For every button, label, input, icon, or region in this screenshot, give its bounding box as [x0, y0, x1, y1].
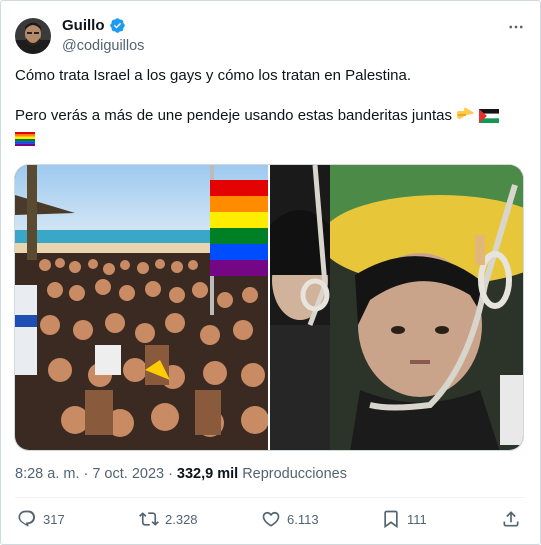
- views-label: Reproducciones: [242, 466, 347, 482]
- tweet-date[interactable]: 7 oct. 2023: [92, 466, 164, 482]
- tweet-actions: 317 2.328 6.113 111: [17, 509, 525, 533]
- tweet-text-line-3: [15, 129, 525, 152]
- tweet-meta: 8:28 a. m. · 7 oct. 2023 · 332,9 mil Rep…: [15, 466, 347, 482]
- author-handle[interactable]: @codiguillos: [62, 38, 144, 54]
- heart-icon: [262, 511, 280, 527]
- author-name-row[interactable]: Guillo: [62, 17, 126, 34]
- bookmark-count: 111: [407, 511, 427, 527]
- reply-count: 317: [43, 511, 65, 527]
- tweet-text: Cómo trata Israel a los gays y cómo los …: [15, 66, 525, 152]
- view-count: 332,9 mil: [176, 466, 239, 482]
- like-button[interactable]: 6.113: [261, 509, 319, 529]
- retweet-button[interactable]: 2.328: [139, 509, 198, 529]
- retweet-icon: [139, 512, 159, 526]
- tweet-time[interactable]: 8:28 a. m.: [15, 466, 79, 482]
- pride-parade-photo[interactable]: [15, 165, 268, 450]
- meta-separator: ·: [83, 466, 89, 482]
- tweet-text-line-1: Cómo trata Israel a los gays y cómo los …: [15, 67, 412, 84]
- reply-icon: [18, 510, 36, 527]
- avatar-image: [15, 18, 51, 54]
- reply-button[interactable]: 317: [17, 509, 65, 529]
- tweet-media: [14, 164, 524, 451]
- more-options-icon[interactable]: [505, 18, 527, 36]
- pointing-right-emoji: [456, 107, 475, 129]
- share-button[interactable]: [501, 509, 521, 529]
- meta-separator-2: ·: [168, 466, 173, 482]
- execution-photo[interactable]: [270, 165, 523, 450]
- bookmark-button[interactable]: 111: [381, 509, 427, 529]
- tweet-text-line-2: Pero verás a más de une pendeje usando e…: [15, 106, 525, 129]
- verified-badge-icon: [109, 18, 125, 33]
- author-name[interactable]: Guillo: [62, 17, 105, 34]
- divider: [15, 497, 525, 498]
- avatar[interactable]: [15, 18, 51, 54]
- tweet-text-line-2-content: Pero verás a más de une pendeje usando e…: [15, 107, 452, 124]
- share-icon: [503, 511, 519, 527]
- rainbow-flag-emoji: [15, 132, 35, 152]
- bookmark-icon: [384, 510, 398, 529]
- retweet-count: 2.328: [165, 511, 198, 527]
- like-count: 6.113: [287, 511, 319, 527]
- palestine-flag-emoji: [479, 109, 500, 129]
